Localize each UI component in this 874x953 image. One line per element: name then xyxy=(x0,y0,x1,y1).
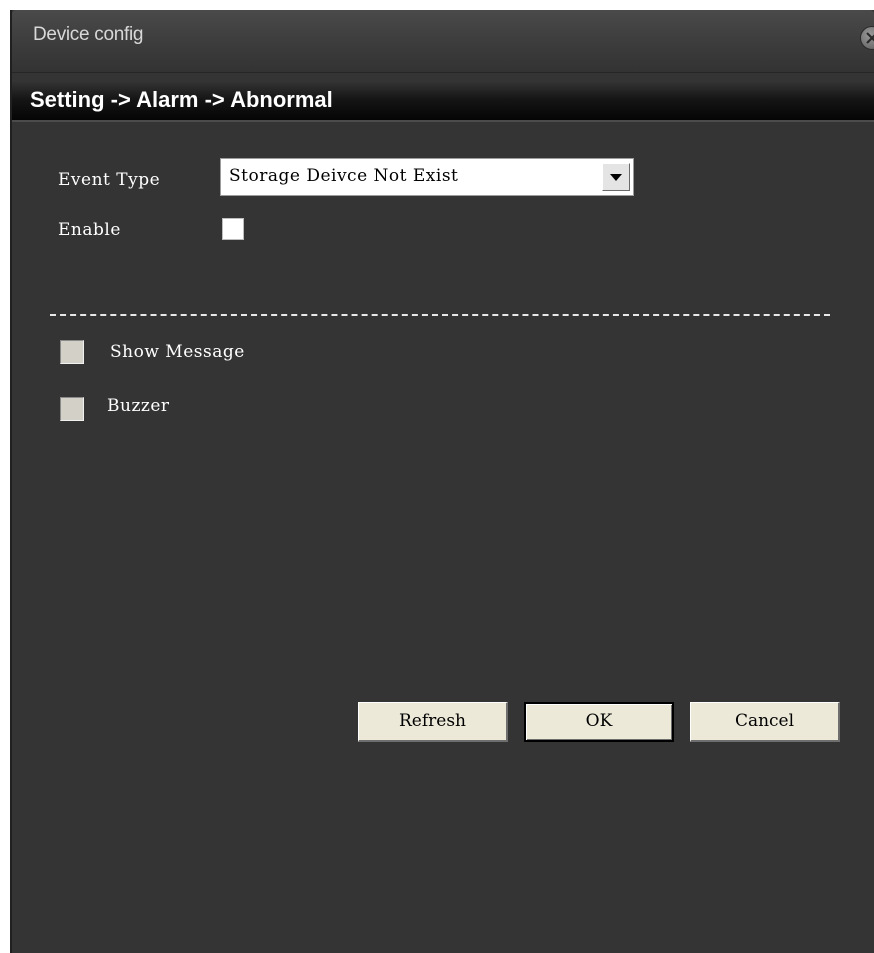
cancel-button[interactable]: Cancel xyxy=(690,702,840,742)
buzzer-checkbox[interactable] xyxy=(60,397,84,421)
enable-checkbox[interactable] xyxy=(222,218,244,240)
enable-label: Enable xyxy=(58,220,121,240)
title-bar[interactable]: Device config xyxy=(12,10,874,73)
event-type-value: Storage Deivce Not Exist xyxy=(229,166,459,186)
event-type-select[interactable]: Storage Deivce Not Exist xyxy=(220,158,634,196)
event-type-label: Event Type xyxy=(58,170,161,190)
ok-button[interactable]: OK xyxy=(524,702,674,742)
buzzer-label: Buzzer xyxy=(107,396,170,416)
chevron-down-icon[interactable] xyxy=(602,163,630,191)
device-config-window: Device config Setting -> Alarm -> Abnorm… xyxy=(10,10,874,953)
show-message-label: Show Message xyxy=(110,342,245,362)
breadcrumb: Setting -> Alarm -> Abnormal xyxy=(12,82,874,122)
show-message-checkbox[interactable] xyxy=(60,340,84,364)
close-icon[interactable] xyxy=(860,26,874,50)
section-divider xyxy=(50,314,830,316)
refresh-button[interactable]: Refresh xyxy=(358,702,508,742)
window-title: Device config xyxy=(33,24,144,45)
breadcrumb-text: Setting -> Alarm -> Abnormal xyxy=(30,87,333,112)
